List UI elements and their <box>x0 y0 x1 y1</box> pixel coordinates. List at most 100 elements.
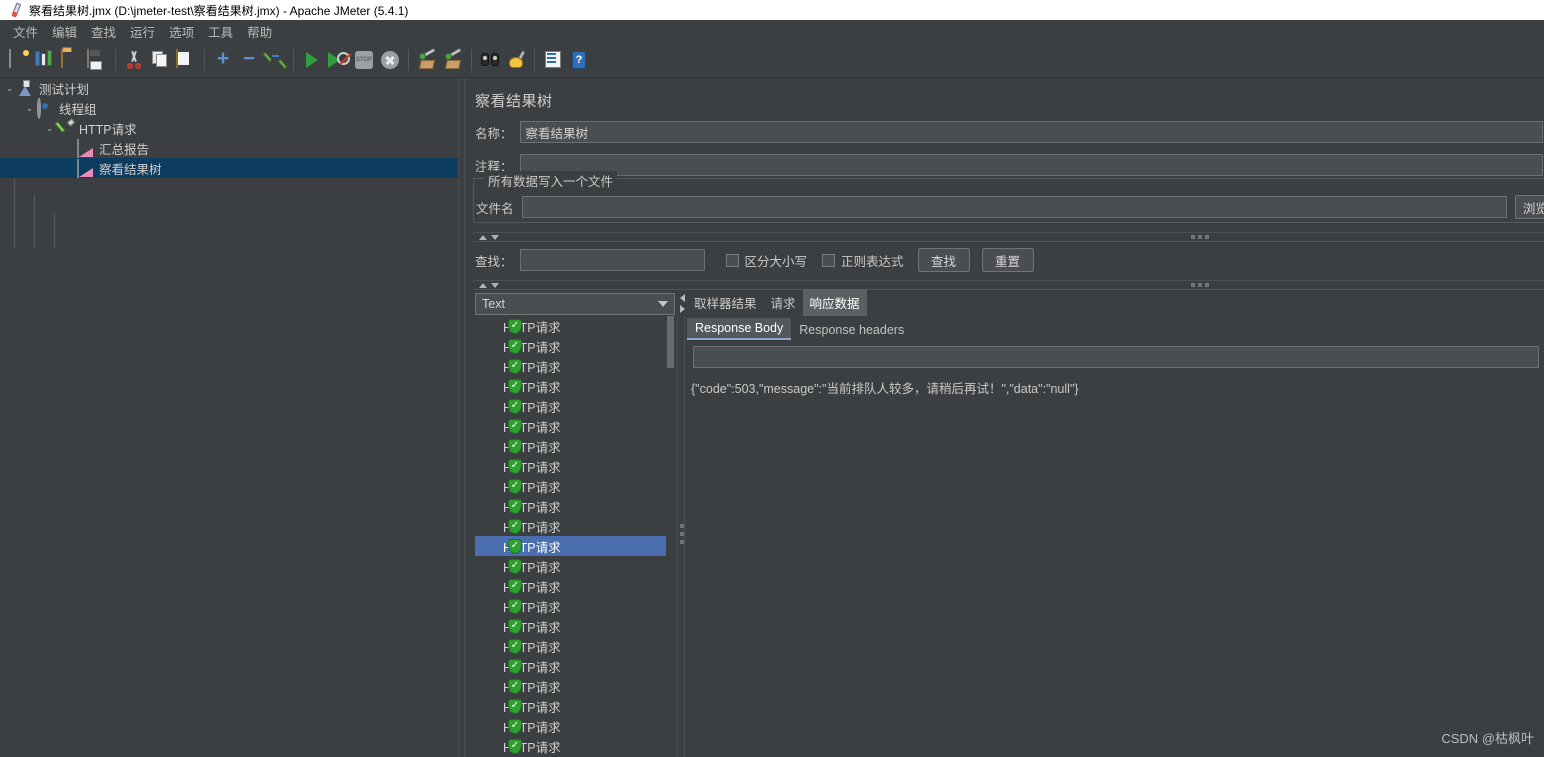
tree-node-view-results-tree[interactable]: 察看结果树 <box>0 158 458 178</box>
main-splitter[interactable] <box>458 78 465 757</box>
chevron-left-icon[interactable] <box>680 294 685 302</box>
start-button[interactable] <box>299 46 325 74</box>
clear-button[interactable] <box>414 46 440 74</box>
chevron-down-icon[interactable]: ⌄ <box>22 98 37 118</box>
subtab-response-headers[interactable]: Response headers <box>791 320 912 340</box>
paste-button[interactable] <box>173 46 199 74</box>
comment-input[interactable] <box>520 154 1543 176</box>
name-input[interactable]: 察看结果树 <box>520 121 1543 143</box>
search-button[interactable] <box>477 46 503 74</box>
tab-response-data[interactable]: 响应数据 <box>803 289 867 316</box>
tree-node-summary-report[interactable]: 汇总报告 <box>0 138 458 158</box>
success-shield-icon <box>508 379 522 394</box>
result-list-item[interactable]: HTTP请求 <box>475 636 675 656</box>
scrollbar-thumb[interactable] <box>667 316 674 368</box>
result-list-item[interactable]: HTTP请求 <box>475 456 675 476</box>
chevron-down-icon[interactable] <box>491 235 499 240</box>
result-list-item[interactable]: HTTP请求 <box>475 436 675 456</box>
response-find-input[interactable] <box>693 346 1539 368</box>
clear-all-button[interactable] <box>440 46 466 74</box>
renderer-select[interactable]: Text <box>475 293 675 315</box>
search-input[interactable] <box>520 249 705 271</box>
result-list-item[interactable]: HTTP请求 <box>475 736 675 756</box>
menu-options[interactable]: 选项 <box>162 20 201 43</box>
view-results-tree-panel: 察看结果树 名称： 察看结果树 注释： 所有数据写入一个文件 文件名 浏览... <box>465 78 1544 757</box>
menu-file[interactable]: 文件 <box>6 20 45 43</box>
results-list[interactable]: HTTP请求HTTP请求HTTP请求HTTP请求HTTP请求HTTP请求HTTP… <box>475 316 675 757</box>
start-no-pauses-button[interactable] <box>325 46 351 74</box>
tab-request[interactable]: 请求 <box>764 289 803 316</box>
result-list-item[interactable]: HTTP请求 <box>475 596 675 616</box>
regex-checkbox[interactable] <box>822 254 835 267</box>
tree-node-thread-group[interactable]: ⌄ 线程组 <box>0 98 458 118</box>
resize-grip[interactable] <box>1191 235 1209 239</box>
case-sensitive-checkbox[interactable] <box>726 254 739 267</box>
chevron-down-icon[interactable]: ⌄ <box>42 118 57 138</box>
result-list-item[interactable]: HTTP请求 <box>475 476 675 496</box>
results-detail-splitter[interactable] <box>677 316 685 757</box>
tab-sampler-result[interactable]: 取样器结果 <box>687 289 764 316</box>
shutdown-button[interactable] <box>377 46 403 74</box>
chevron-up-icon[interactable] <box>479 283 487 288</box>
menu-search[interactable]: 查找 <box>84 20 123 43</box>
result-list-item[interactable]: HTTP请求 <box>475 316 675 336</box>
splitter-grip[interactable] <box>680 524 684 528</box>
cut-button[interactable] <box>121 46 147 74</box>
stop-button[interactable]: STOP <box>351 46 377 74</box>
search-collapse-bar[interactable] <box>473 232 1544 242</box>
tab-scroll-arrows[interactable] <box>679 290 687 318</box>
templates-button[interactable] <box>32 46 58 74</box>
minus-icon: − <box>239 50 259 70</box>
result-list-item[interactable]: HTTP请求 <box>475 496 675 516</box>
tree-node-http-request[interactable]: ⌄ HTTP请求 <box>0 118 458 138</box>
splitter-grip[interactable] <box>680 532 684 536</box>
save-button[interactable] <box>84 46 110 74</box>
window-controls[interactable] <box>1444 0 1544 20</box>
menu-tools[interactable]: 工具 <box>201 20 240 43</box>
result-list-item[interactable]: HTTP请求 <box>475 556 675 576</box>
result-list-item[interactable]: HTTP请求 <box>475 616 675 636</box>
expand-all-button[interactable]: + <box>210 46 236 74</box>
result-list-item[interactable]: HTTP请求 <box>475 376 675 396</box>
result-list-item[interactable]: HTTP请求 <box>475 396 675 416</box>
chevron-down-icon[interactable]: ⌄ <box>2 78 17 98</box>
splitter-grip[interactable] <box>680 540 684 544</box>
result-list-item[interactable]: HTTP请求 <box>475 676 675 696</box>
menu-run[interactable]: 运行 <box>123 20 162 43</box>
response-body-text: {"code":503,"message":"当前排队人较多，请稍后再试！","… <box>691 378 1541 397</box>
toggle-button[interactable] <box>262 46 288 74</box>
menu-edit[interactable]: 编辑 <box>45 20 84 43</box>
help-button[interactable]: ? <box>566 46 592 74</box>
success-shield-icon <box>508 579 522 594</box>
chevron-down-icon[interactable] <box>491 283 499 288</box>
chevron-right-icon[interactable] <box>680 305 685 313</box>
new-test-plan-button[interactable] <box>6 46 32 74</box>
open-button[interactable] <box>58 46 84 74</box>
copy-button[interactable] <box>147 46 173 74</box>
chevron-up-icon[interactable] <box>479 235 487 240</box>
browse-button[interactable]: 浏览... <box>1515 195 1544 219</box>
result-list-item[interactable]: HTTP请求 <box>475 536 675 556</box>
test-plan-tree[interactable]: ⌄ 测试计划 ⌄ 线程组 ⌄ HTTP请求 汇总报告 察看结果树 <box>0 78 458 757</box>
results-collapse-bar[interactable] <box>473 280 1544 290</box>
function-helper-button[interactable] <box>540 46 566 74</box>
result-list-item[interactable]: HTTP请求 <box>475 576 675 596</box>
reset-button[interactable]: 重置 <box>982 248 1034 272</box>
collapse-all-button[interactable]: − <box>236 46 262 74</box>
tree-node-test-plan[interactable]: ⌄ 测试计划 <box>0 78 458 98</box>
result-list-item[interactable]: HTTP请求 <box>475 716 675 736</box>
result-list-item[interactable]: HTTP请求 <box>475 516 675 536</box>
result-list-item[interactable]: HTTP请求 <box>475 656 675 676</box>
find-button[interactable]: 查找 <box>918 248 970 272</box>
reset-search-button[interactable] <box>503 46 529 74</box>
results-scrollbar[interactable] <box>666 316 675 757</box>
result-list-item[interactable]: HTTP请求 <box>475 416 675 436</box>
subtab-response-body[interactable]: Response Body <box>687 318 791 340</box>
resize-grip[interactable] <box>1191 283 1209 287</box>
result-list-item[interactable]: HTTP请求 <box>475 356 675 376</box>
result-list-item[interactable]: HTTP请求 <box>475 336 675 356</box>
menu-help[interactable]: 帮助 <box>240 20 279 43</box>
chevron-down-icon[interactable] <box>658 301 668 307</box>
result-list-item[interactable]: HTTP请求 <box>475 696 675 716</box>
filename-input[interactable] <box>522 196 1507 218</box>
